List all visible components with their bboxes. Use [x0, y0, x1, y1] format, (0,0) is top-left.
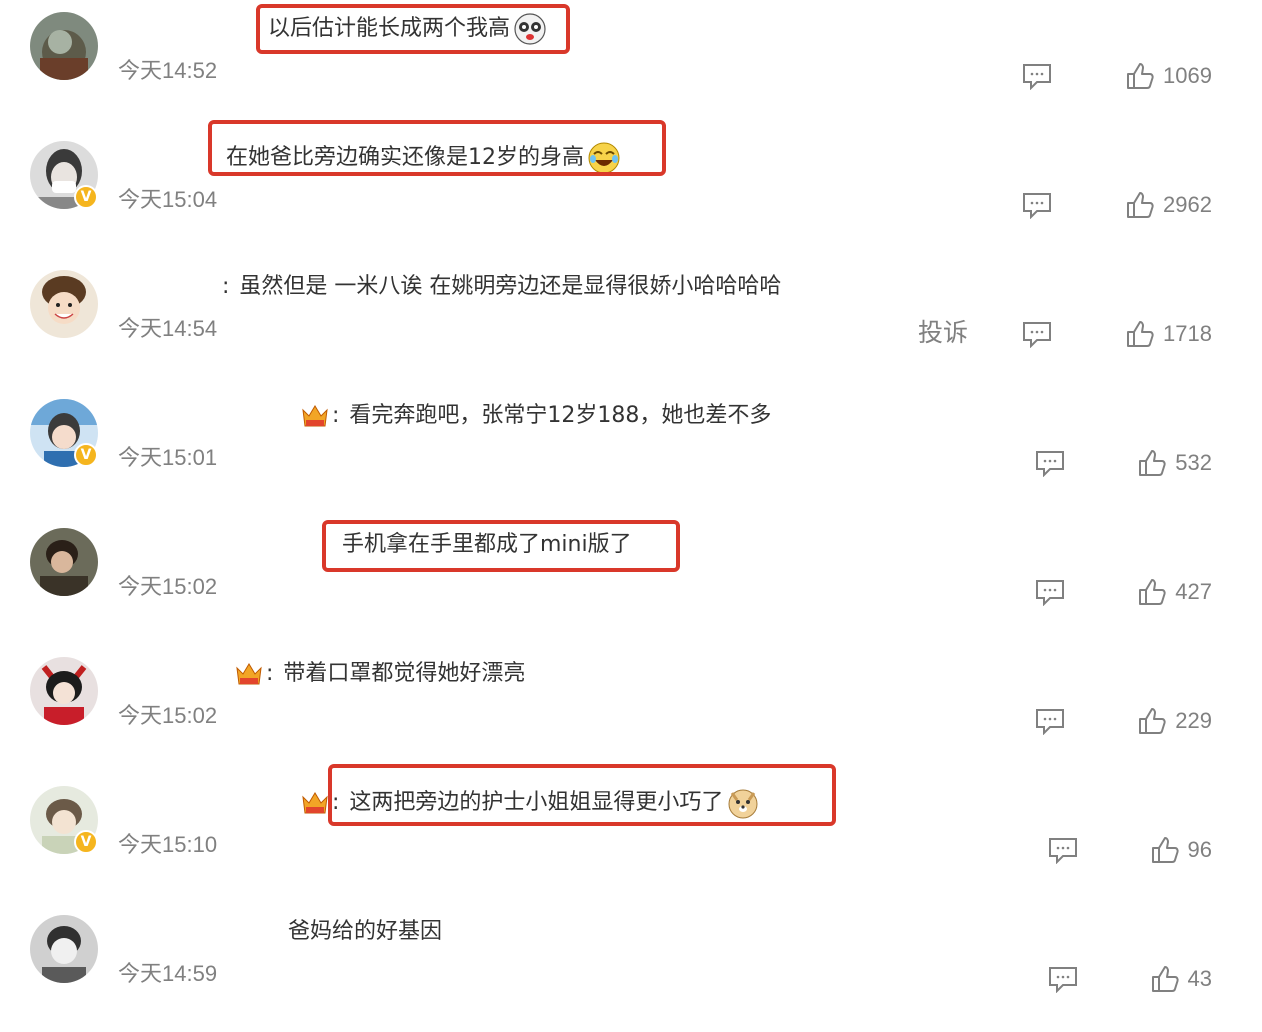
thumbs-up-icon [1151, 837, 1179, 863]
like-count: 96 [1187, 837, 1212, 862]
comment-timestamp: 今天15:01 [118, 445, 218, 470]
like-count: 2962 [1163, 192, 1212, 217]
doge-emoji [727, 787, 759, 819]
comment-text-container: 手机拿在手里都成了mini版了 [342, 528, 632, 562]
comment-bubble-icon[interactable] [1035, 578, 1065, 606]
comment-bubble-icon[interactable] [1022, 62, 1052, 90]
comment-timestamp: 今天15:10 [118, 832, 218, 857]
comment-text-container: : 带着口罩都觉得她好漂亮 [234, 657, 525, 691]
comment-text: 在她爸比旁边确实还像是12岁的身高 [226, 145, 584, 170]
like-button[interactable]: 1718 [1125, 318, 1212, 350]
comment-text: 以后估计能长成两个我高 [268, 16, 511, 41]
comment-bubble-icon[interactable] [1035, 449, 1065, 477]
comment-item: V : 看完奔跑吧，张常宁12岁188，她也差不多 今天15:01 532 [0, 387, 1262, 516]
comment-text-container: : 这两把旁边的护士小姐姐显得更小巧了 [300, 786, 759, 820]
like-button[interactable]: 532 [1137, 447, 1212, 479]
comment-timestamp: 今天15:04 [118, 187, 218, 212]
comment-text-container: 爸妈给的好基因 [288, 915, 442, 949]
comment-bubble-icon[interactable] [1035, 707, 1065, 735]
avatar[interactable] [30, 12, 98, 80]
comment-timestamp: 今天15:02 [118, 703, 218, 728]
comment-text: 看完奔跑吧，张常宁12岁188，她也差不多 [349, 403, 772, 428]
verified-v-badge-icon: V [74, 185, 98, 209]
thumbs-up-icon [1139, 450, 1166, 476]
like-button[interactable]: 1069 [1125, 60, 1212, 92]
comment-timestamp: 今天14:54 [118, 316, 218, 341]
verified-v-badge-icon: V [74, 830, 98, 854]
comment-bubble-icon[interactable] [1048, 965, 1078, 993]
comment-item: V 在她爸比旁边确实还像是12岁的身高 今天15:04 2962 [0, 120, 1262, 258]
crown-fan-badge-icon [300, 789, 330, 817]
like-count: 229 [1175, 708, 1212, 733]
comment-text-container: : 看完奔跑吧，张常宁12岁188，她也差不多 [300, 399, 771, 433]
avatar[interactable] [30, 657, 98, 725]
comment-text-container: : 虽然但是 一米八诶 在姚明旁边还是显得很娇小哈哈哈哈 [222, 270, 781, 304]
comment-item: : 带着口罩都觉得她好漂亮 今天15:02 229 [0, 645, 1262, 774]
like-button[interactable]: 427 [1137, 576, 1212, 608]
comment-text-container: 以后估计能长成两个我高 [268, 12, 546, 46]
comment-timestamp: 今天14:52 [118, 58, 218, 83]
comment-item: 爸妈给的好基因 今天14:59 43 [0, 903, 1262, 1032]
comment-item: V : 这两把旁边的护士小姐姐显得更小巧了 今天15:10 96 [0, 764, 1262, 903]
crown-fan-badge-icon [234, 660, 264, 688]
like-button[interactable]: 43 [1150, 963, 1212, 995]
comment-item: 手机拿在手里都成了mini版了 今天15:02 427 [0, 516, 1262, 645]
comment-bubble-icon[interactable] [1048, 836, 1078, 864]
thumbs-up-icon [1139, 708, 1166, 734]
comment-timestamp: 今天15:02 [118, 574, 218, 599]
comment-bubble-icon[interactable] [1022, 320, 1052, 348]
like-button[interactable]: 2962 [1125, 189, 1212, 221]
comment-text: 手机拿在手里都成了mini版了 [342, 532, 632, 557]
comment-item: : 虽然但是 一米八诶 在姚明旁边还是显得很娇小哈哈哈哈 今天14:54 投诉 … [0, 258, 1262, 387]
like-count: 427 [1175, 579, 1212, 604]
like-button[interactable]: 229 [1137, 705, 1212, 737]
thumbs-up-icon [1127, 321, 1154, 347]
like-button[interactable]: 96 [1150, 834, 1212, 866]
thumbs-up-icon [1127, 63, 1154, 89]
comment-timestamp: 今天14:59 [118, 961, 218, 986]
comment-text: 带着口罩都觉得她好漂亮 [283, 661, 526, 686]
crown-fan-badge-icon [300, 402, 330, 430]
comment-bubble-icon[interactable] [1022, 191, 1052, 219]
avatar[interactable] [30, 915, 98, 983]
thumbs-up-icon [1127, 192, 1154, 218]
comment-item: 以后估计能长成两个我高 今天14:52 1069 [0, 0, 1262, 129]
comment-text: 这两把旁边的护士小姐姐显得更小巧了 [349, 790, 724, 815]
like-count: 1069 [1163, 63, 1212, 88]
avatar[interactable] [30, 270, 98, 338]
like-count: 532 [1175, 450, 1212, 475]
avatar[interactable] [30, 528, 98, 596]
comment-text-container: 在她爸比旁边确实还像是12岁的身高 [226, 141, 620, 175]
thumbs-up-icon [1139, 579, 1166, 605]
comment-text: 虽然但是 一米八诶 在姚明旁边还是显得很娇小哈哈哈哈 [239, 274, 782, 299]
panda-face-emoji [514, 13, 546, 45]
like-count: 1718 [1163, 321, 1212, 346]
thumbs-up-icon [1151, 966, 1179, 992]
comment-text: 爸妈给的好基因 [288, 919, 443, 944]
laughing-tears-emoji [588, 142, 620, 174]
like-count: 43 [1187, 966, 1212, 991]
report-button[interactable]: 投诉 [918, 318, 968, 348]
verified-v-badge-icon: V [74, 443, 98, 467]
